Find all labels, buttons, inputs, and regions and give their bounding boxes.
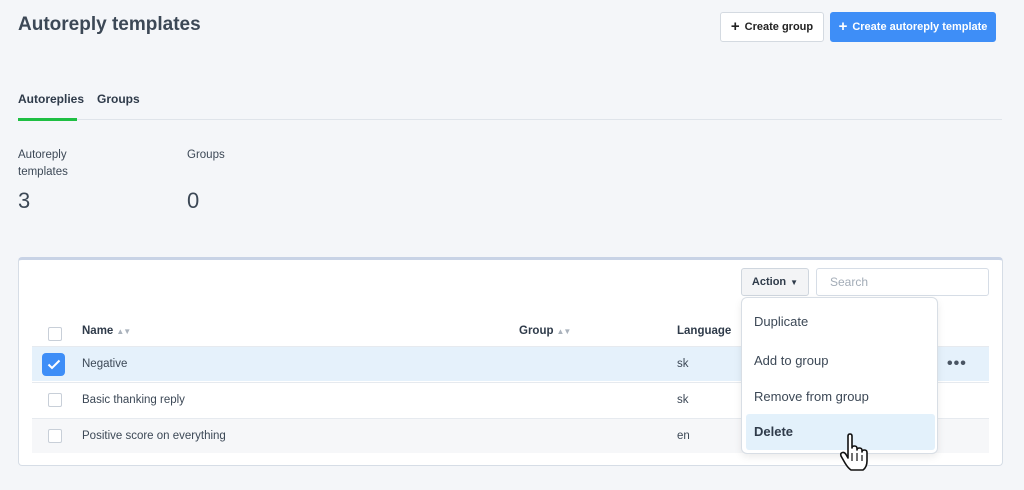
caret-down-icon: ▼ <box>790 277 799 287</box>
menu-item-duplicate[interactable]: Duplicate <box>746 304 935 340</box>
cell-language: sk <box>677 394 689 406</box>
cell-language: en <box>677 430 690 442</box>
stat-label: Groups <box>187 149 225 161</box>
create-group-button[interactable]: + Create group <box>720 12 824 42</box>
stat-label: Autoreply templates <box>18 149 68 178</box>
tab-groups[interactable]: Groups <box>97 92 140 120</box>
column-label: Group <box>519 325 554 337</box>
cell-name: Negative <box>82 358 128 370</box>
column-label: Language <box>677 325 732 337</box>
checkmark-icon <box>47 359 60 370</box>
page-title: Autoreply templates <box>18 14 201 35</box>
hand-pointer-cursor-icon <box>839 433 868 471</box>
tab-bar: Autoreplies Groups <box>18 92 1002 121</box>
sort-icon: ▲▼ <box>116 326 131 336</box>
cell-name: Basic thanking reply <box>82 394 185 406</box>
sort-icon: ▲▼ <box>556 326 572 336</box>
stat-value: 0 <box>187 188 200 213</box>
action-dropdown-menu: Duplicate Add to group Remove from group… <box>741 297 938 454</box>
cell-name: Positive score on everything <box>82 430 226 442</box>
row-checkbox[interactable] <box>48 429 62 443</box>
action-label: Action <box>751 276 787 288</box>
create-autoreply-template-button[interactable]: + Create autoreply template <box>830 12 996 42</box>
menu-item-remove-from-group[interactable]: Remove from group <box>746 379 935 415</box>
stat-autoreply-templates: Autoreply templates 3 <box>18 147 88 214</box>
select-all-checkbox[interactable] <box>48 327 62 341</box>
plus-icon: + <box>730 18 740 35</box>
create-group-label: Create group <box>744 21 814 33</box>
column-header-name[interactable]: Name ▲▼ <box>82 325 131 337</box>
row-checkbox[interactable] <box>48 393 62 407</box>
create-template-label: Create autoreply template <box>852 21 988 33</box>
plus-icon: + <box>838 18 848 35</box>
search-input[interactable] <box>816 268 989 296</box>
column-label: Name <box>82 325 114 337</box>
stat-value: 3 <box>18 188 31 213</box>
action-dropdown-button[interactable]: Action ▼ <box>741 268 809 296</box>
stat-groups: Groups 0 <box>187 147 225 214</box>
more-options-icon[interactable]: ••• <box>947 355 967 373</box>
tab-autoreplies[interactable]: Autoreplies <box>18 92 84 121</box>
menu-item-add-to-group[interactable]: Add to group <box>746 343 935 379</box>
column-header-group[interactable]: Group ▲▼ <box>519 325 572 337</box>
column-header-language: Language <box>677 325 731 337</box>
cell-language: sk <box>677 358 689 370</box>
row-checkbox-checked[interactable] <box>42 353 65 376</box>
